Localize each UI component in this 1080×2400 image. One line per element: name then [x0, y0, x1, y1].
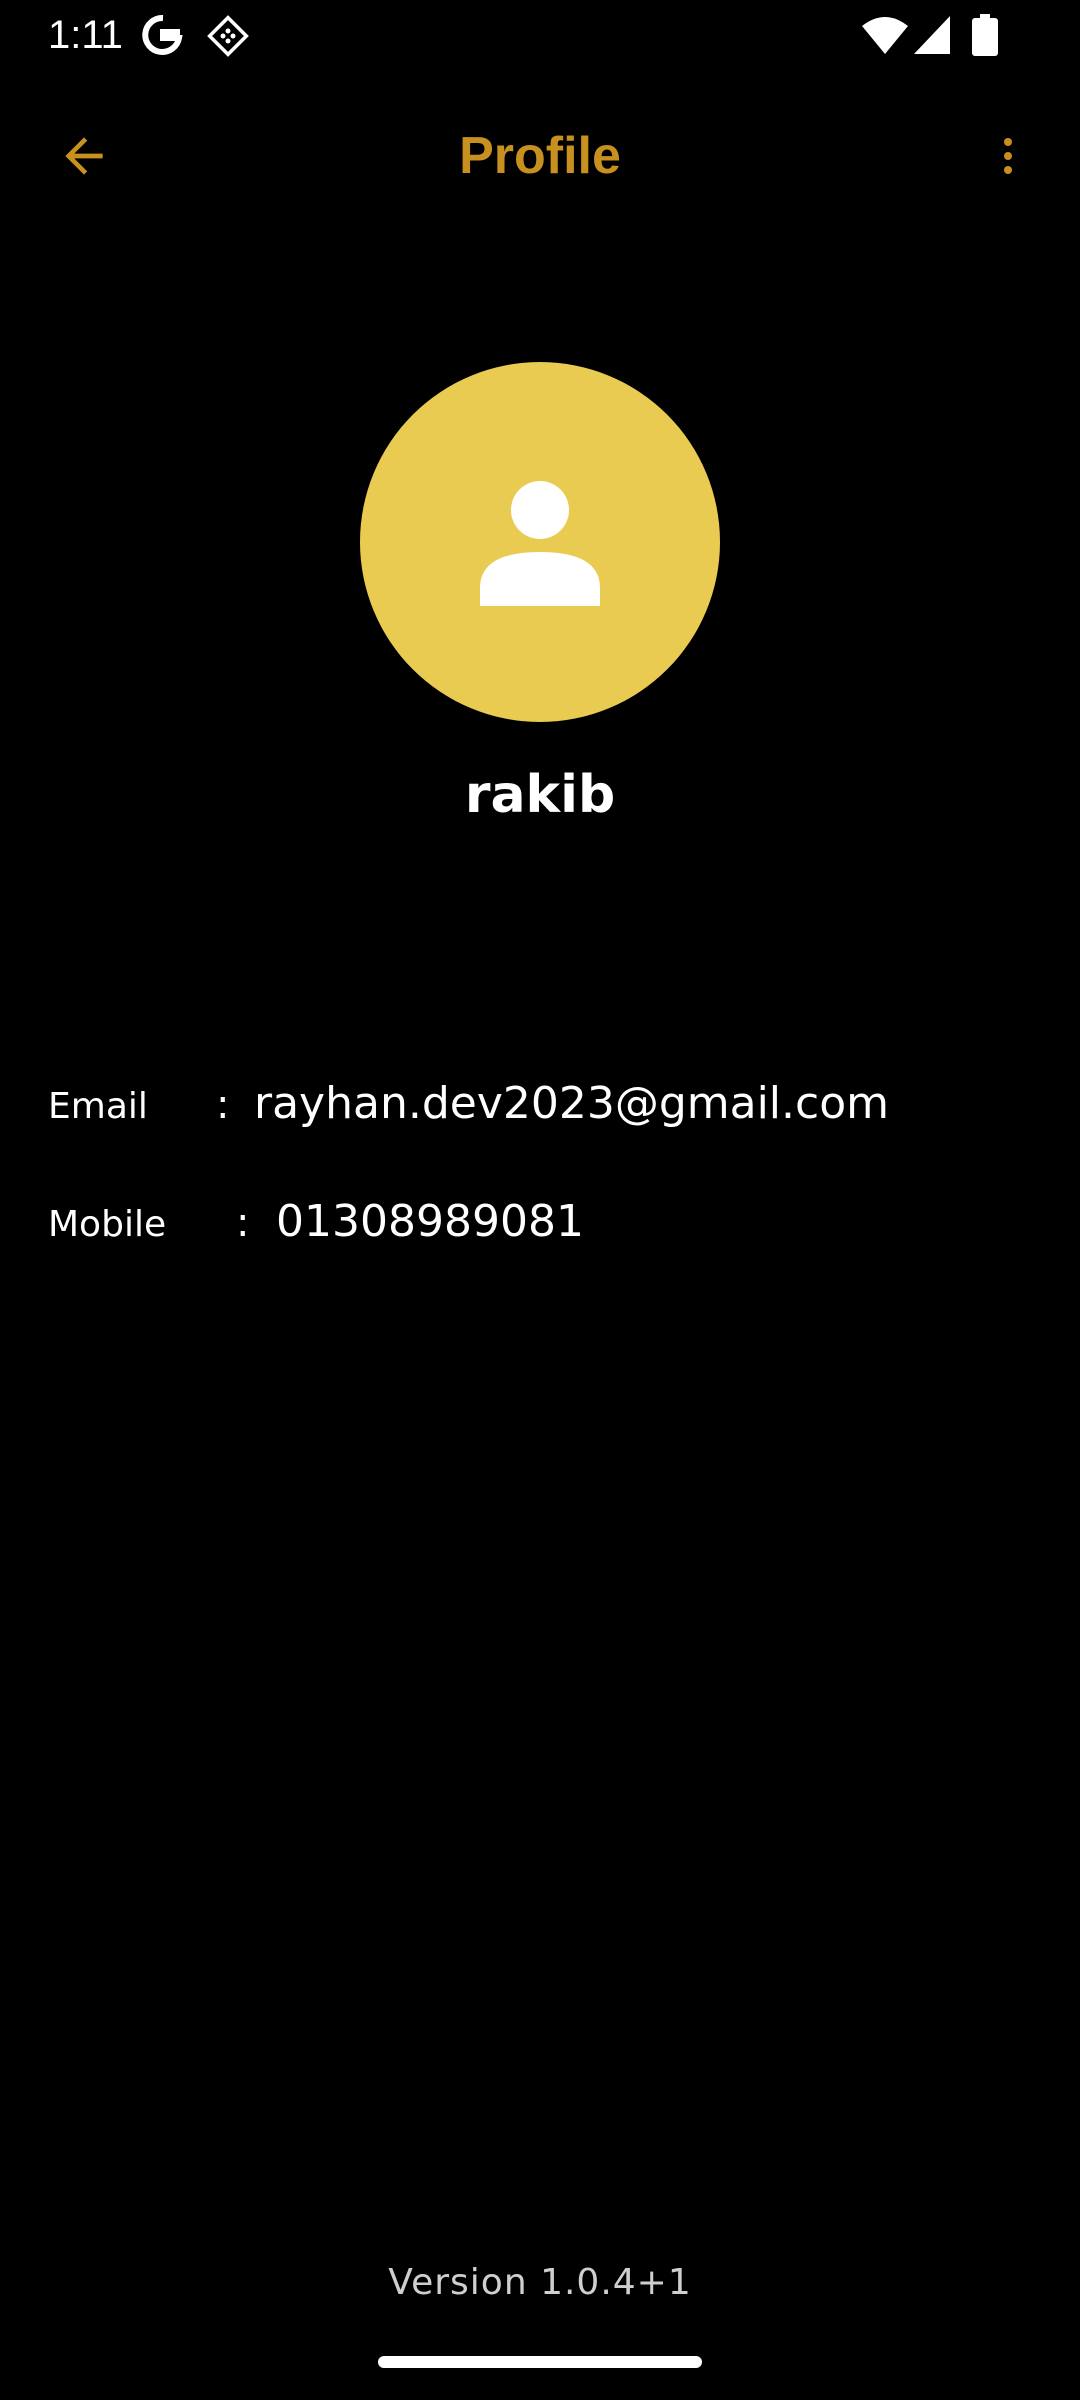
email-separator: : [216, 1082, 230, 1128]
mobile-separator: : [236, 1200, 250, 1246]
more-options-button[interactable] [984, 124, 1032, 188]
status-bar: 1:11 [0, 0, 1080, 72]
battery-icon [972, 14, 998, 56]
app-notification-icon [207, 15, 249, 57]
google-g-icon [142, 14, 183, 55]
page-title: Profile [459, 127, 621, 185]
status-time: 1:11 [48, 13, 123, 57]
mobile-label: Mobile [48, 1204, 167, 1245]
wifi-icon [862, 17, 908, 54]
app-bar: Profile [0, 100, 1080, 212]
email-value: rayhan.dev2023@gmail.com [254, 1078, 889, 1129]
signal-icon [914, 16, 950, 54]
app-version: Version 1.0.4+1 [388, 2262, 692, 2303]
email-label: Email [48, 1086, 148, 1127]
avatar[interactable] [360, 362, 720, 722]
navigation-handle[interactable] [378, 2356, 702, 2368]
person-icon [480, 481, 600, 606]
user-name: rakib [464, 765, 616, 825]
mobile-value: 01308989081 [276, 1196, 584, 1247]
more-vert-icon [1004, 138, 1012, 174]
